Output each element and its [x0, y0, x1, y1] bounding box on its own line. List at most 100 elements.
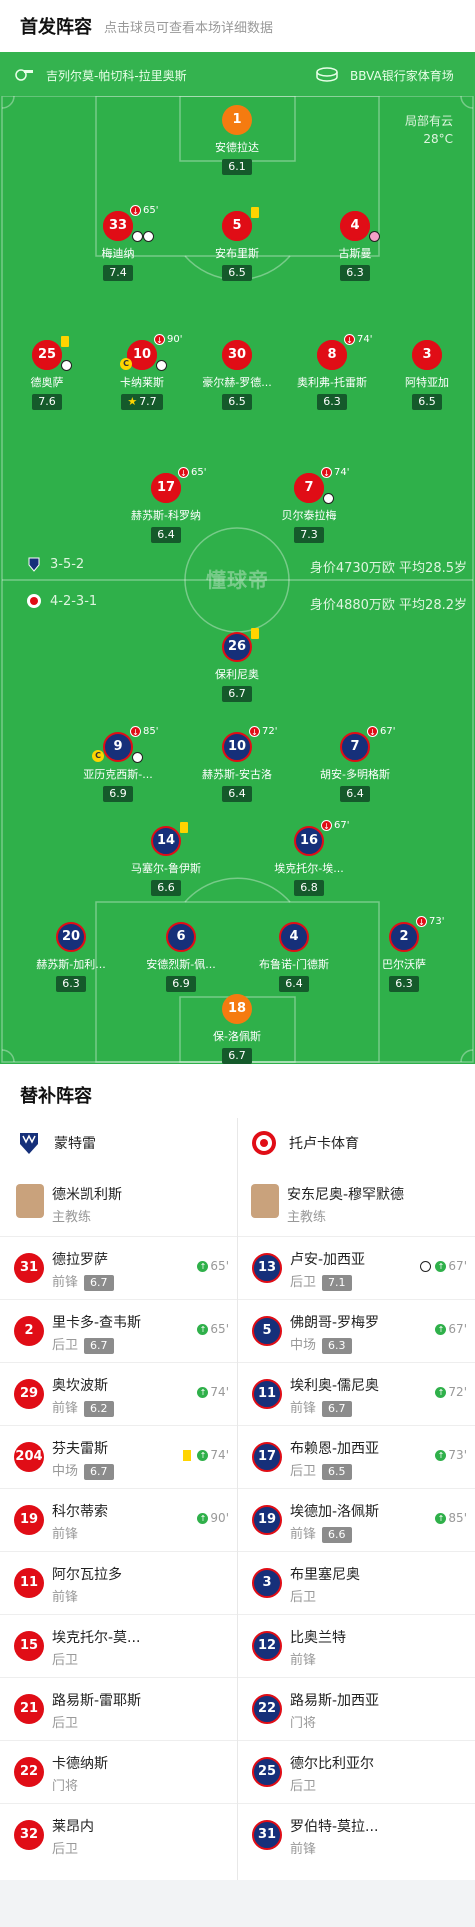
player-number: 20 — [56, 922, 86, 952]
player-position-line: 后卫 — [52, 1712, 78, 1731]
player-name: 保-洛佩斯 — [213, 1030, 261, 1043]
player-number: 15 — [14, 1631, 44, 1661]
sub-out-tag: ↓ 72' — [249, 726, 277, 737]
player-number: 30 — [222, 340, 252, 370]
player-number: 13 — [252, 1253, 282, 1283]
player-name: 比奥兰特 — [290, 1630, 346, 1646]
player-number: 26 — [222, 632, 252, 662]
sub-player-row[interactable]: 25 德尔比利亚尔 后卫 — [238, 1740, 475, 1803]
player-position-line: 前锋 — [52, 1523, 78, 1542]
away-player-9[interactable]: 9 ↓ 85' C 亚历克西斯-... 6.9 — [70, 726, 166, 802]
sub-player-row[interactable]: 5 佛朗哥-罗梅罗 中场 6.3 ↑ 67' — [238, 1299, 475, 1362]
player-rating: 6.3 — [389, 976, 419, 992]
sub-out-icon: ↓ — [178, 467, 189, 478]
player-number: 10 — [222, 732, 252, 762]
player-rating: 6.8 — [294, 880, 324, 896]
sub-player-row[interactable]: 19 埃德加-洛佩斯 前锋 6.6 ↑ 85' — [238, 1488, 475, 1551]
sub-out-icon: ↓ — [154, 334, 165, 345]
home-player-4[interactable]: 4 古斯曼 6.3 — [307, 211, 403, 281]
player-number: 6 — [166, 922, 196, 952]
player-position: 门将 — [52, 1779, 79, 1794]
sub-in-minute: 73' — [448, 1448, 467, 1462]
sub-player-row[interactable]: 15 埃克托尔-莫... 后卫 — [0, 1614, 237, 1677]
sub-player-row[interactable]: 3 布里塞尼奥 后卫 — [238, 1551, 475, 1614]
player-name: 埃德加-洛佩斯 — [290, 1504, 380, 1520]
sub-in-info: ↑ 67' — [420, 1259, 467, 1273]
away-player-14[interactable]: 14 马塞尔-鲁伊斯 6.6 — [118, 822, 214, 896]
away-player-16[interactable]: 16 ↓ 67' 埃克托尔-埃... 6.8 — [261, 820, 357, 896]
match-info-bar: 吉列尔莫-帕切科-拉里奥斯 BBVA银行家体育场 — [0, 52, 475, 96]
home-player-8[interactable]: 8 ↓ 74' 奥利弗-托雷斯 6.3 — [284, 334, 380, 410]
sub-out-tag: ↓ 90' — [154, 334, 182, 345]
away-team-header[interactable]: 托卢卡体育 — [251, 1130, 359, 1156]
sub-player-row[interactable]: 11 埃利奥-儒尼奥 前锋 6.7 ↑ 72' — [238, 1362, 475, 1425]
player-position-line: 门将 — [290, 1712, 316, 1731]
player-number: 22 — [14, 1757, 44, 1787]
goal-ball-icon — [61, 360, 72, 371]
sub-player-row[interactable]: 17 布赖恩-加西亚 后卫 6.5 ↑ 73' — [238, 1425, 475, 1488]
home-player-17[interactable]: 17 ↓ 65' 赫苏斯-科罗纳 6.4 — [118, 467, 214, 543]
sub-in-minute: 67' — [448, 1322, 467, 1336]
player-rating: 7.1 — [322, 1275, 352, 1291]
home-team-header[interactable]: 蒙特雷 — [16, 1130, 96, 1156]
sub-in-icon: ↑ — [197, 1512, 209, 1524]
sub-in-minute: 74' — [210, 1385, 229, 1399]
away-player-10[interactable]: 10 ↓ 72' 赫苏斯-安古洛 6.4 — [189, 726, 285, 802]
sub-player-row[interactable]: 32 莱昂内 后卫 — [0, 1803, 237, 1866]
player-number: 11 — [14, 1568, 44, 1598]
whistle-icon — [15, 69, 33, 81]
sub-out-tag: ↓ 74' — [344, 334, 372, 345]
player-name: 德尔比利亚尔 — [290, 1756, 374, 1772]
player-position-line: 前锋 — [52, 1586, 78, 1605]
sub-in-info: ↑ 85' — [435, 1511, 467, 1525]
away-player-2[interactable]: 2 ↓ 73' 巴尔沃萨 6.3 — [356, 916, 452, 992]
away-player-6[interactable]: 6 安德烈斯-佩... 6.9 — [133, 922, 229, 992]
coach-name: 安东尼奥-穆罕默德 — [287, 1187, 405, 1203]
away-player-26[interactable]: 26 保利尼奥 6.7 — [189, 628, 285, 702]
sub-player-row[interactable]: 31 德拉罗萨 前锋 6.7 ↑ 65' — [0, 1236, 237, 1299]
home-player-3[interactable]: 3 阿特亚加 6.5 — [379, 340, 475, 410]
sub-out-minute: 67' — [334, 820, 350, 831]
player-position-line: 中场 6.7 — [52, 1460, 114, 1480]
player-position: 后卫 — [52, 1653, 79, 1668]
player-name: 赫苏斯-科罗纳 — [131, 509, 201, 522]
sub-player-row[interactable]: 13 卢安-加西亚 后卫 7.1 ↑ 67' — [238, 1236, 475, 1299]
sub-player-row[interactable]: 21 路易斯-雷耶斯 后卫 — [0, 1677, 237, 1740]
player-name: 奥坎波斯 — [52, 1378, 108, 1394]
sub-player-row[interactable]: 204 芬夫雷斯 中场 6.7 ↑ 74' — [0, 1425, 237, 1488]
player-name: 德奥萨 — [30, 376, 64, 389]
player-position: 后卫 — [290, 1590, 317, 1605]
sub-player-row[interactable]: 22 卡德纳斯门将 — [0, 1740, 237, 1803]
home-player-25[interactable]: 25 德奥萨 7.6 — [0, 336, 95, 410]
sub-player-row[interactable]: 31 罗伯特-莫拉... 前锋 — [238, 1803, 475, 1866]
home-player-30[interactable]: 30 豪尔赫-罗德... 6.5 — [189, 340, 285, 410]
player-name: 卡德纳斯 — [52, 1756, 108, 1772]
player-number: 5 — [252, 1316, 282, 1346]
sub-player-row[interactable]: 11 阿尔瓦拉多 前锋 — [0, 1551, 237, 1614]
sub-player-row[interactable]: 19 科尔蒂索 前锋 ↑ 90' — [0, 1488, 237, 1551]
player-position-line: 前锋 6.6 — [290, 1523, 352, 1543]
home-player-10[interactable]: 10 ↓ 90' C 卡纳莱斯 ★ 7.7 — [94, 334, 190, 410]
sub-player-row[interactable]: 12 比奥兰特 前锋 — [238, 1614, 475, 1677]
player-position-line: 前锋 6.7 — [52, 1271, 114, 1291]
home-player-33[interactable]: 33 ↓ 65' 梅迪纳 7.4 — [70, 205, 166, 281]
sub-player-row[interactable]: 2 里卡多-查韦斯 后卫 6.7 ↑ 65' — [0, 1299, 237, 1362]
home-player-7[interactable]: 7 ↓ 74' 贝尔泰拉梅 7.3 — [261, 467, 357, 543]
home-player-1[interactable]: 1 安德拉达 6.1 — [189, 105, 285, 175]
player-name: 卡纳莱斯 — [120, 376, 164, 389]
sub-player-row[interactable]: 29 奥坎波斯 前锋 6.2 ↑ 74' — [0, 1362, 237, 1425]
player-rating: 6.4 — [151, 527, 181, 543]
away-player-7[interactable]: 7 ↓ 67' 胡安-多明格斯 6.4 — [307, 726, 403, 802]
player-number: 22 — [252, 1694, 282, 1724]
player-rating: 6.4 — [279, 976, 309, 992]
away-player-20[interactable]: 20 赫苏斯-加利... 6.3 — [23, 922, 119, 992]
player-position: 前锋 — [52, 1590, 79, 1605]
player-number: 31 — [14, 1253, 44, 1283]
sub-in-info: ↑ 90' — [197, 1511, 229, 1525]
player-rating: 6.4 — [222, 786, 252, 802]
home-player-5[interactable]: 5 安布里斯 6.5 — [189, 207, 285, 281]
away-player-18[interactable]: 18 保-洛佩斯 6.7 — [189, 994, 285, 1064]
monterrey-crest-icon — [28, 557, 40, 572]
away-player-4[interactable]: 4 布鲁诺-门德斯 6.4 — [246, 922, 342, 992]
sub-player-row[interactable]: 22 路易斯-加西亚 门将 — [238, 1677, 475, 1740]
